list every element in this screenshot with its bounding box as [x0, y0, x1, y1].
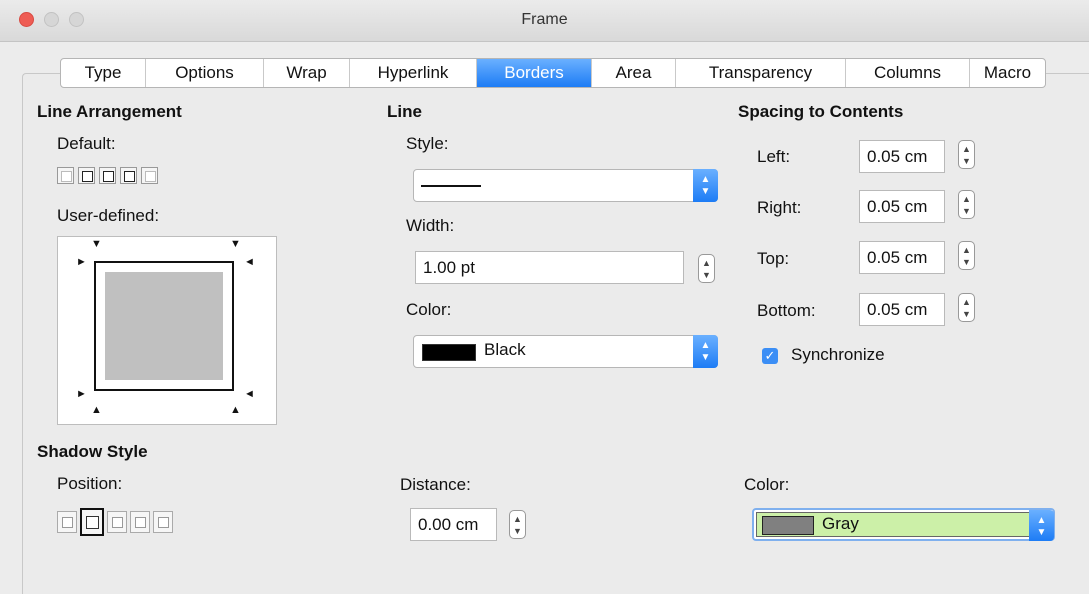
tab-borders[interactable]: Borders: [477, 59, 592, 87]
style-select[interactable]: ▲ ▼: [413, 169, 718, 202]
bottom-label: Bottom:: [757, 301, 816, 320]
chevron-updown-icon: ▲ ▼: [693, 335, 718, 368]
shadow-top-left-icon[interactable]: [153, 511, 173, 533]
shadow-color-select[interactable]: Gray ▲ ▼: [752, 508, 1055, 541]
top-label: Top:: [757, 249, 790, 268]
solid-line-sample: [421, 185, 481, 187]
border-frame: [94, 261, 234, 391]
arrow-left-icon: ◄: [244, 388, 255, 400]
shadow-color-field: Gray: [756, 512, 1034, 537]
tab-wrap[interactable]: Wrap: [264, 59, 350, 87]
right-label: Right:: [757, 198, 802, 217]
style-label: Style:: [406, 134, 449, 153]
preset-box-shadow-icon[interactable]: [99, 167, 116, 184]
width-input[interactable]: 1.00 pt: [415, 251, 684, 284]
tab-transparency[interactable]: Transparency: [676, 59, 846, 87]
chevron-updown-icon: ▲ ▼: [1029, 510, 1054, 541]
line-heading: Line: [387, 102, 422, 121]
width-label: Width:: [406, 216, 455, 235]
right-spacing-input[interactable]: 0.05 cm: [859, 190, 945, 223]
preset-box-inner-icon[interactable]: [120, 167, 137, 184]
left-label: Left:: [757, 147, 791, 166]
tab-columns[interactable]: Columns: [846, 59, 970, 87]
tab-options[interactable]: Options: [146, 59, 264, 87]
default-label: Default:: [57, 134, 116, 153]
synchronize-label: Synchronize: [791, 345, 885, 364]
arrow-up-icon: ▲: [91, 404, 102, 416]
bottom-spacing-input[interactable]: 0.05 cm: [859, 293, 945, 326]
color-swatch: [762, 516, 814, 535]
bottom-spacing-stepper[interactable]: ▲ ▼: [958, 293, 975, 322]
shadow-distance-input[interactable]: 0.00 cm: [410, 508, 497, 541]
left-spacing-input[interactable]: 0.05 cm: [859, 140, 945, 173]
line-color-select[interactable]: Black ▲ ▼: [413, 335, 718, 368]
shadow-bottom-right-icon[interactable]: [80, 508, 104, 536]
shadow-color-value: Gray: [822, 514, 859, 533]
line-arrangement-heading: Line Arrangement: [37, 102, 182, 121]
shadow-bottom-left-icon[interactable]: [130, 511, 150, 533]
arrow-down-icon: ▼: [91, 238, 102, 250]
shadow-none-icon[interactable]: [57, 511, 77, 533]
line-color-value: Black: [484, 340, 526, 359]
synchronize-checkbox[interactable]: ✓: [762, 348, 778, 364]
position-label: Position:: [57, 474, 123, 493]
left-spacing-stepper[interactable]: ▲ ▼: [958, 140, 975, 169]
tab-hyperlink[interactable]: Hyperlink: [350, 59, 477, 87]
shadow-distance-stepper[interactable]: ▲ ▼: [509, 510, 526, 539]
line-color-label: Color:: [406, 300, 452, 319]
chevron-updown-icon: ▲ ▼: [693, 169, 718, 202]
right-spacing-stepper[interactable]: ▲ ▼: [958, 190, 975, 219]
shadow-color-label: Color:: [744, 475, 790, 494]
user-defined-border-preview[interactable]: ▼ ▼ ► ◄ ► ◄ ▲ ▲: [57, 236, 277, 425]
preset-left-right-icon[interactable]: [141, 167, 158, 184]
arrow-up-icon: ▲: [230, 404, 241, 416]
distance-label: Distance:: [400, 475, 471, 494]
shadow-style-heading: Shadow Style: [37, 442, 148, 461]
arrow-right-icon: ►: [76, 256, 87, 268]
shadow-top-right-icon[interactable]: [107, 511, 127, 533]
preset-box-icon[interactable]: [78, 167, 95, 184]
arrow-right-icon: ►: [76, 388, 87, 400]
default-presets: [57, 167, 158, 184]
top-spacing-stepper[interactable]: ▲ ▼: [958, 241, 975, 270]
window-title: Frame: [521, 11, 568, 28]
top-spacing-input[interactable]: 0.05 cm: [859, 241, 945, 274]
tab-area[interactable]: Area: [592, 59, 676, 87]
arrow-down-icon: ▼: [230, 238, 241, 250]
spacing-heading: Spacing to Contents: [738, 102, 904, 121]
width-stepper[interactable]: ▲ ▼: [698, 254, 715, 283]
shadow-position-presets: [57, 508, 173, 536]
color-swatch: [422, 344, 476, 361]
tab-bar: Type Options Wrap Hyperlink Borders Area…: [60, 58, 1046, 88]
tab-type[interactable]: Type: [61, 59, 146, 87]
user-defined-label: User-defined:: [57, 206, 160, 225]
content-area: [105, 272, 223, 380]
title-bar: Frame: [0, 0, 1089, 42]
arrow-left-icon: ◄: [244, 256, 255, 268]
preset-none-icon[interactable]: [57, 167, 74, 184]
tab-macro[interactable]: Macro: [970, 59, 1045, 87]
